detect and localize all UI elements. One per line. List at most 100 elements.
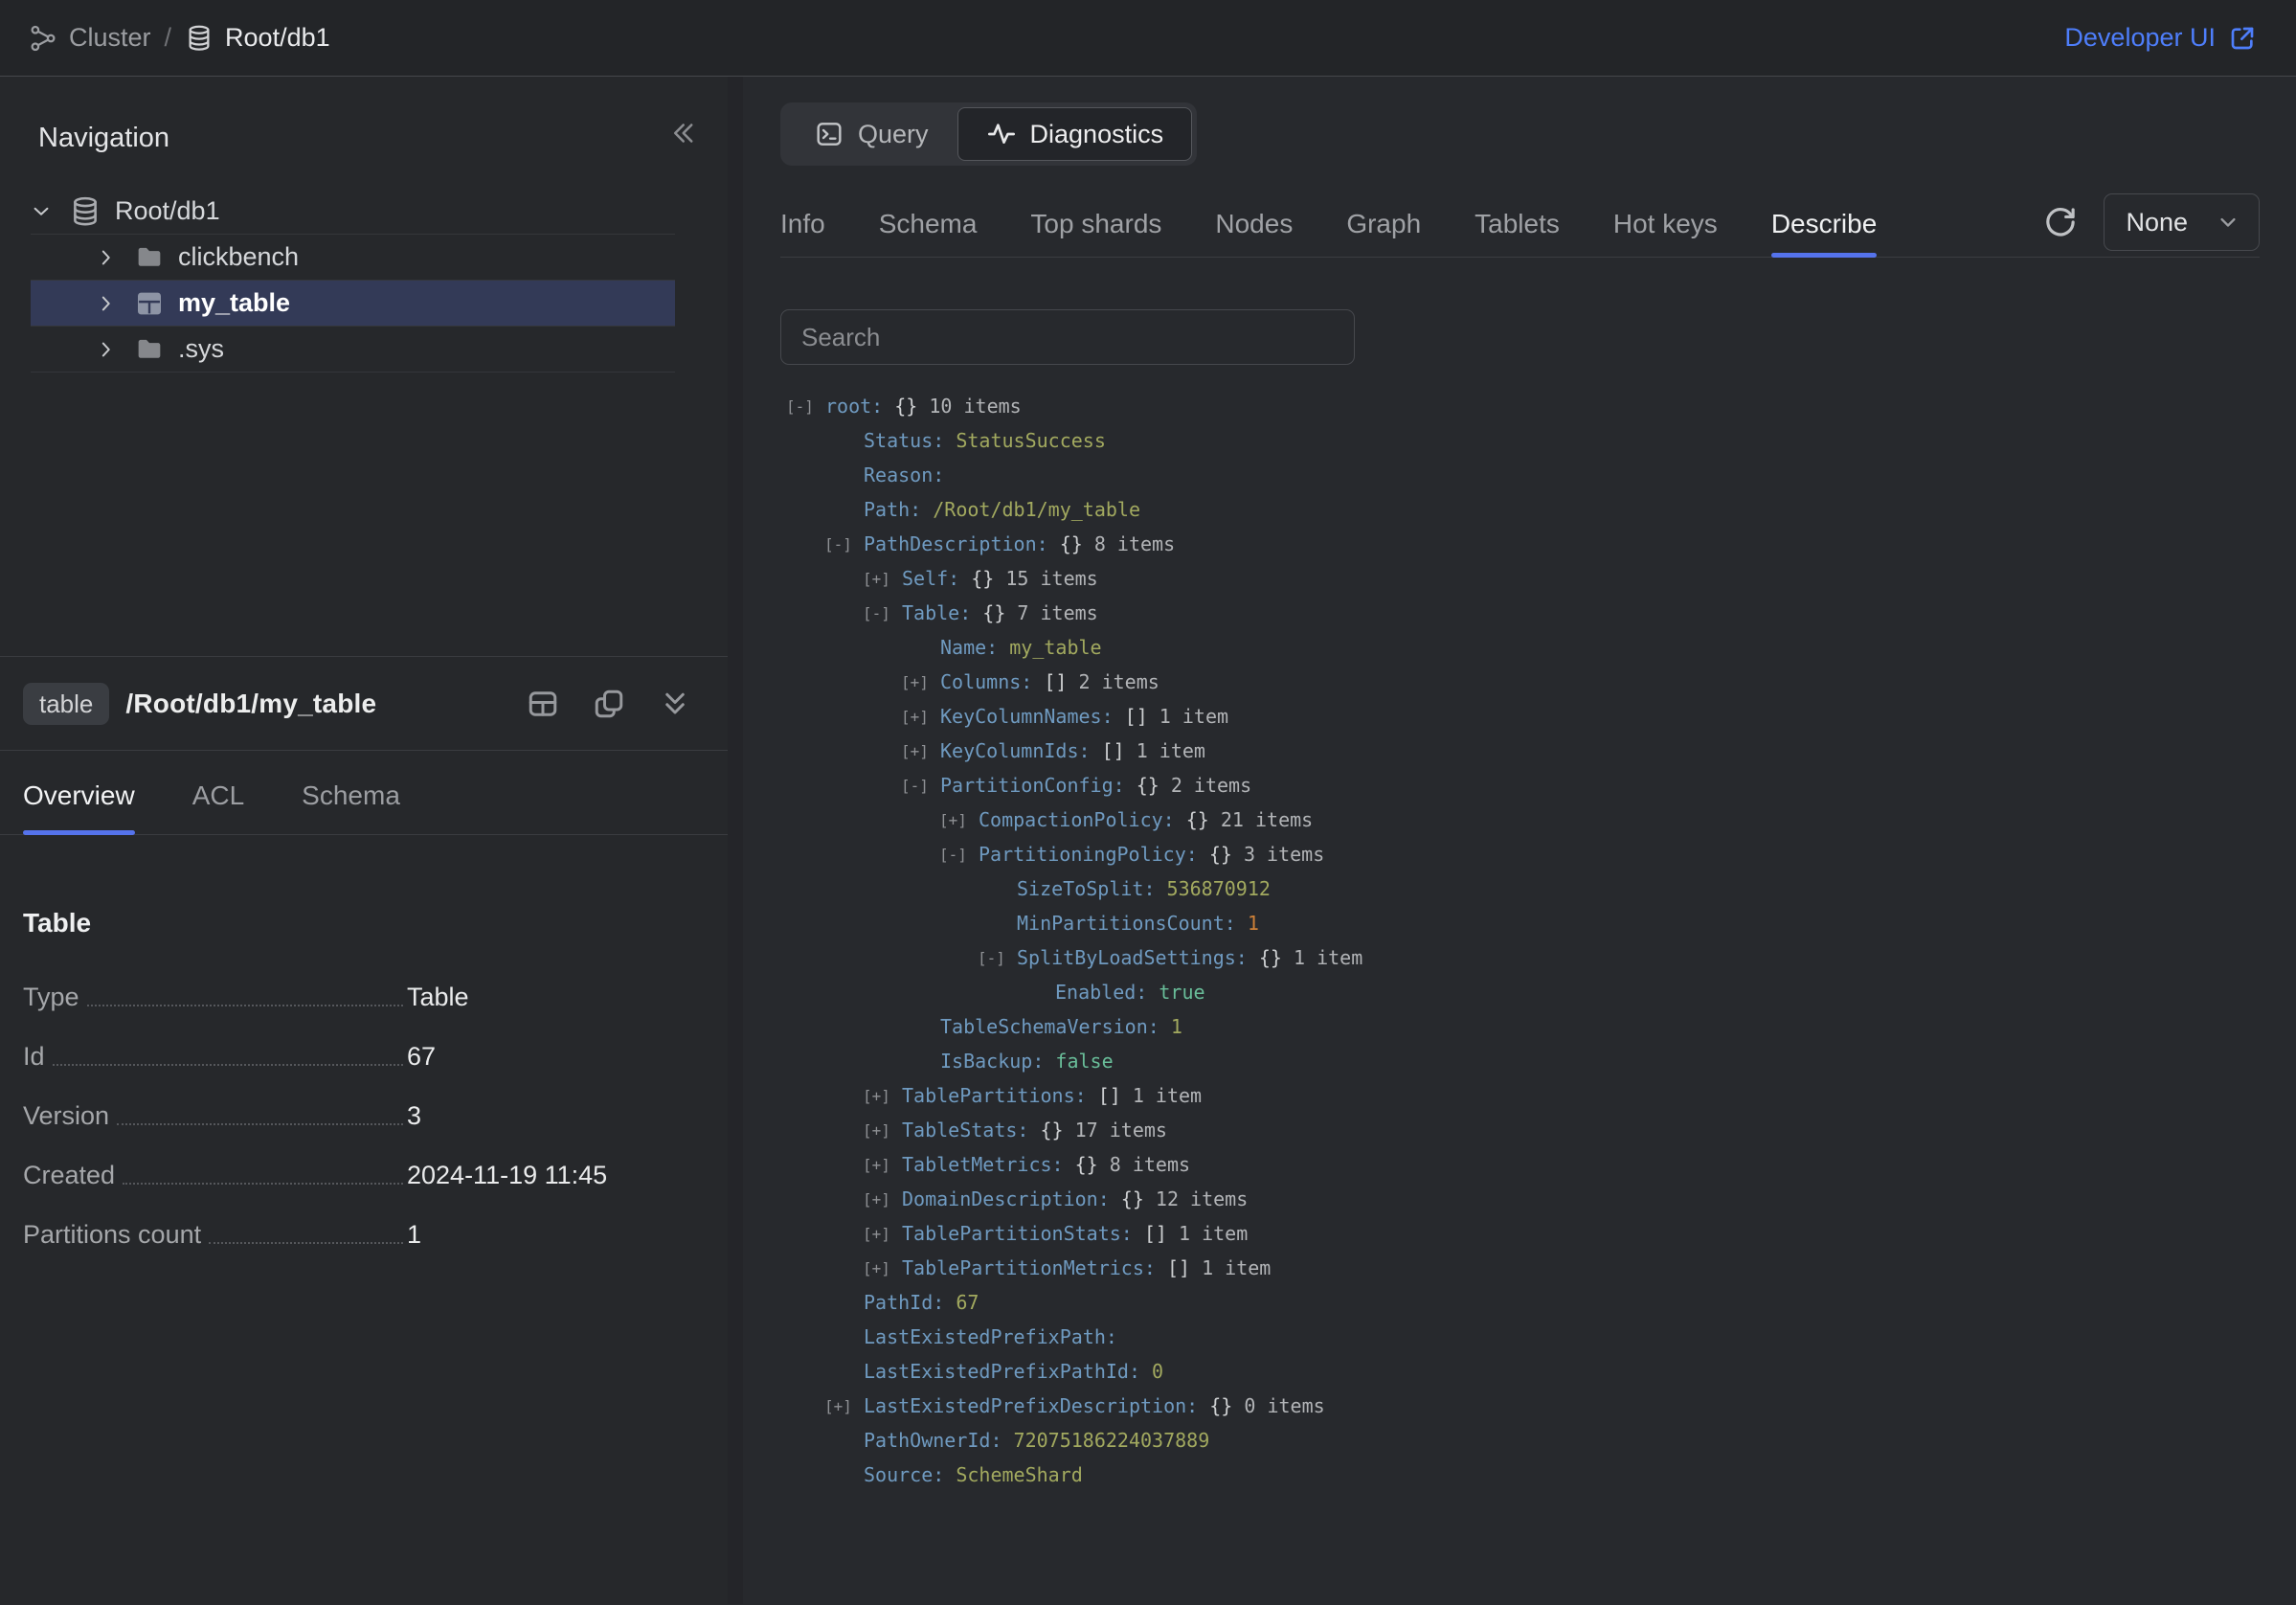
json-container-braces: {} [1028,1119,1063,1142]
expand-node-toggle[interactable] [96,247,130,268]
expand-node-toggle[interactable] [96,339,130,360]
json-item-count: 1 item [1167,1222,1248,1245]
info-value: 3 [407,1097,421,1134]
json-key: Enabled: [1055,981,1147,1004]
expand-toggle[interactable]: [+] [863,1156,902,1174]
database-icon [69,195,101,228]
describe-json-tree: [-]root: {} 10 itemsStatus: StatusSucces… [780,389,2260,1492]
refresh-button[interactable] [2042,204,2079,240]
json-item-count: 3 items [1232,843,1324,866]
panel-resizer[interactable] [728,77,743,1604]
object-tab-schema[interactable]: Schema [302,751,400,834]
navigation-title: Navigation [38,122,728,154]
open-preview-button[interactable] [526,687,560,721]
describe-row-partitioningpolicy: [-]PartitioningPolicy: {} 3 items [780,837,2260,871]
expand-toggle[interactable]: [+] [939,811,979,829]
cluster-icon [29,24,57,53]
object-tab-acl[interactable]: ACL [192,751,244,834]
json-key: LastExistedPrefixDescription: [864,1394,1198,1417]
dotted-leader [53,1064,403,1066]
expand-toggle[interactable]: [+] [901,742,940,760]
expand-toggle[interactable]: [+] [901,673,940,691]
object-summary-panel: table /Root/db1/my_table [0,656,728,1604]
mode-label: Query [858,120,929,149]
json-key: SizeToSplit: [1017,877,1156,900]
collapse-node-toggle[interactable] [31,201,65,222]
expand-panel-button[interactable] [658,687,692,721]
info-row-created: Created2024-11-19 11:45 [23,1157,692,1193]
expand-toggle[interactable]: [+] [863,1259,902,1277]
expand-toggle[interactable]: [+] [863,1190,902,1209]
expand-node-toggle[interactable] [96,293,130,314]
json-item-count: 17 items [1064,1119,1167,1142]
expand-toggle[interactable]: [+] [863,1121,902,1140]
describe-row-partitionconfig: [-]PartitionConfig: {} 2 items [780,768,2260,802]
expand-toggle[interactable]: [+] [863,1225,902,1243]
collapse-toggle[interactable]: [-] [786,397,825,416]
expand-toggle[interactable]: [+] [863,1087,902,1105]
json-key: Path: [864,498,921,521]
search-input[interactable] [780,309,1355,365]
describe-row-enabled: Enabled: true [780,975,2260,1009]
navigation-section: Navigation Root/db1 clickbench my_table .sy… [0,77,728,656]
nav-tree-item-clickbench[interactable]: clickbench [31,235,675,281]
expand-toggle[interactable]: [+] [863,570,902,588]
collapse-panel-button[interactable] [666,117,699,149]
breadcrumb-database[interactable]: Root/db1 [185,23,330,53]
describe-row-self: [+]Self: {} 15 items [780,561,2260,596]
tab-schema[interactable]: Schema [879,192,978,257]
object-tab-overview[interactable]: Overview [23,751,135,834]
describe-row-minpartitionscount: MinPartitionsCount: 1 [780,906,2260,940]
describe-row-splitbyloadsettings: [-]SplitByLoadSettings: {} 1 item [780,940,2260,975]
nav-item-label: clickbench [178,242,299,272]
collapse-toggle[interactable]: [-] [939,846,979,864]
tab-graph[interactable]: Graph [1346,192,1421,257]
json-item-count: 10 items [917,395,1021,418]
json-item-count: 7 items [1005,601,1097,624]
table-icon [134,288,165,319]
autorefresh-select[interactable]: None [2104,193,2260,251]
mode-diagnostics-button[interactable]: Diagnostics [957,107,1193,161]
mode-query-button[interactable]: Query [785,107,957,161]
breadcrumb-cluster[interactable]: Cluster [29,23,151,53]
describe-row-pathid: PathId: 67 [780,1285,2260,1320]
copy-path-button[interactable] [592,687,626,721]
expand-toggle[interactable]: [+] [901,708,940,726]
json-key: TablePartitions: [902,1084,1087,1107]
tab-describe[interactable]: Describe [1771,192,1877,257]
json-key: KeyColumnNames: [940,705,1114,728]
developer-ui-link[interactable]: Developer UI [2064,23,2258,54]
describe-row-status: Status: StatusSuccess [780,423,2260,458]
autorefresh-value: None [2126,208,2188,237]
describe-row-pathdescription: [-]PathDescription: {} 8 items [780,527,2260,561]
describe-row-keycolumnids: [+]KeyColumnIds: [] 1 item [780,734,2260,768]
describe-row-source: Source: SchemeShard [780,1458,2260,1492]
nav-tree-item-root-db1[interactable]: Root/db1 [31,189,675,235]
collapse-toggle[interactable]: [-] [901,777,940,795]
nav-tree-item-my-table[interactable]: my_table [31,281,675,327]
collapse-toggle[interactable]: [-] [863,604,902,622]
json-key: Reason: [864,463,944,486]
nav-item-label: .sys [178,334,224,364]
collapse-toggle[interactable]: [-] [824,535,864,554]
describe-row-tablestats: [+]TableStats: {} 17 items [780,1113,2260,1147]
tab-hot-keys[interactable]: Hot keys [1613,192,1718,257]
tab-top-shards[interactable]: Top shards [1030,192,1161,257]
json-container-braces: {} [883,395,917,418]
describe-row-pathownerid: PathOwnerId: 72075186224037889 [780,1423,2260,1458]
describe-row-keycolumnnames: [+]KeyColumnNames: [] 1 item [780,699,2260,734]
tab-info[interactable]: Info [780,192,825,257]
json-item-count: 1 item [1125,739,1205,762]
nav-item-label: Root/db1 [115,196,220,226]
json-key: IsBackup: [940,1050,1044,1073]
dotted-leader [87,1005,403,1006]
json-container-braces: {} [971,601,1005,624]
diagnostics-tabs: Info Schema Top shards Nodes Graph Tablets Hot… [780,192,1877,257]
describe-row-lastexistedprefixpathid: LastExistedPrefixPathId: 0 [780,1354,2260,1389]
json-key: TableSchemaVersion: [940,1015,1159,1038]
nav-tree-item--sys[interactable]: .sys [31,327,675,373]
tab-tablets[interactable]: Tablets [1474,192,1560,257]
expand-toggle[interactable]: [+] [824,1397,864,1415]
collapse-toggle[interactable]: [-] [978,949,1017,967]
tab-nodes[interactable]: Nodes [1215,192,1293,257]
